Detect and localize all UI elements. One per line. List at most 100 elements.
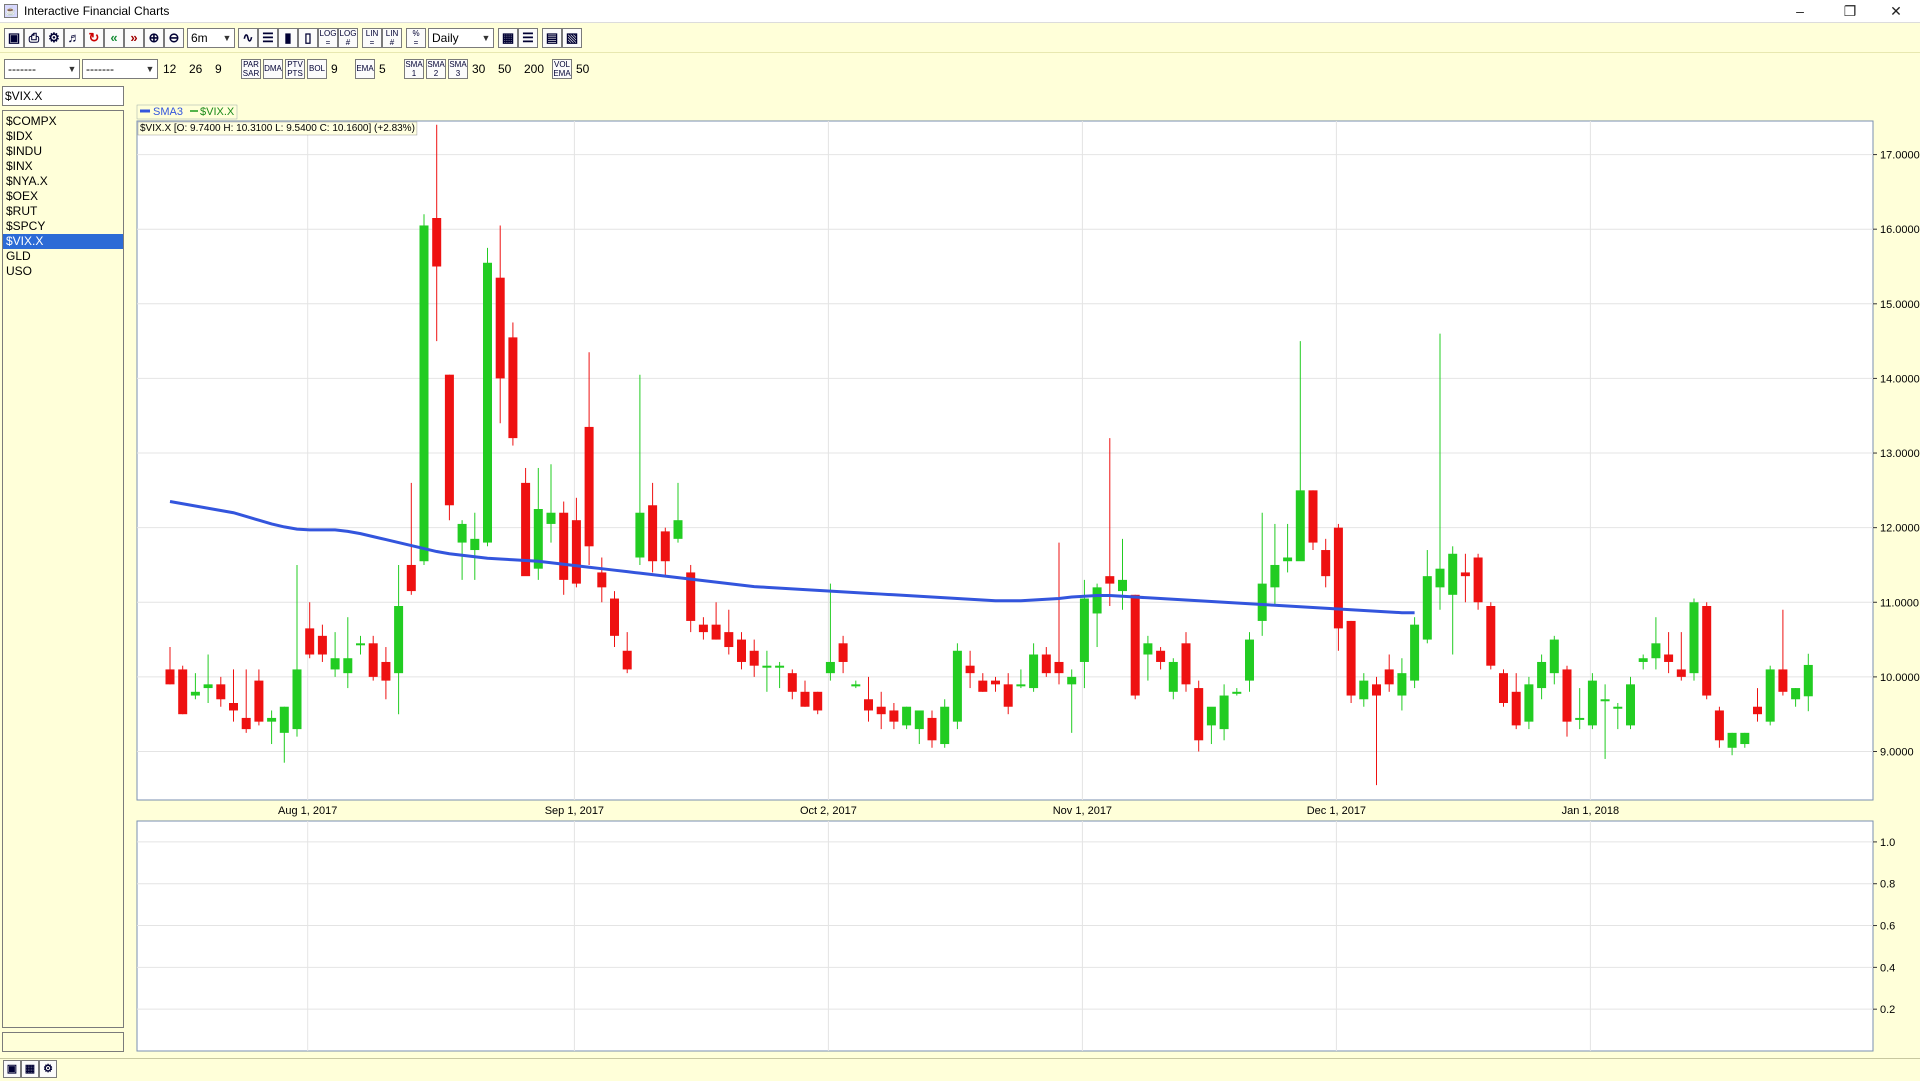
candle-body [1626,684,1635,726]
candle-body [584,426,594,547]
candle-body [1473,557,1483,603]
candle-body [495,277,505,379]
candle-body [851,684,861,687]
candle-body [876,706,886,715]
y-tick-label: 10.0000 [1880,672,1920,684]
legend-sma-label: SMA3 [153,106,183,118]
candle-body [1003,684,1013,707]
candle-body [1397,673,1407,696]
candle-body [1524,684,1534,722]
candle-body [457,523,467,543]
candle-body [254,680,264,722]
candle-body [1791,688,1801,700]
candle-body [978,680,988,692]
candle-body [1664,654,1674,662]
candle-body [1689,602,1699,674]
candle-body [546,512,556,524]
candle-body [279,706,289,733]
x-tick-label: Oct 2, 2017 [800,805,857,817]
y-tick-label: 0.4 [1880,962,1895,974]
y-tick-label: 14.0000 [1880,373,1920,385]
x-tick-label: Jan 1, 2018 [1562,805,1620,817]
candle-body [1575,717,1585,720]
candle-body [1346,620,1356,696]
y-tick-label: 1.0 [1880,837,1895,849]
candle-body [1448,553,1458,595]
y-tick-label: 15.0000 [1880,299,1920,311]
candle-body [648,505,658,562]
save-icon[interactable]: ▦ [21,1060,39,1078]
y-tick-label: 0.8 [1880,879,1895,891]
candle-body [1130,594,1140,696]
candle-body [838,643,848,662]
candle-body [203,684,213,689]
y-tick-label: 12.0000 [1880,523,1920,535]
candle-body [1486,606,1496,666]
help-icon[interactable]: ⚙ [39,1060,57,1078]
candle-body [889,710,899,722]
candle-body [1181,643,1191,685]
candle-body [1384,669,1394,685]
indicator-panel [136,820,1874,1052]
candle-body [800,691,810,707]
open-icon[interactable]: ▣ [3,1060,21,1078]
candle-body [292,669,302,730]
candle-body [737,639,746,662]
candle-body [470,538,480,551]
candle-body [965,665,975,674]
candle-body [698,624,708,633]
candle-body [1016,684,1026,687]
candle-body [1092,587,1102,614]
candle-body [1511,691,1521,726]
candle-body [356,643,365,646]
y-tick-label: 17.0000 [1880,150,1920,162]
candle-body [1499,673,1508,703]
y-tick-label: 0.6 [1880,921,1895,933]
candle-body [1283,557,1293,562]
candle-body [267,717,277,722]
candle-body [622,650,632,670]
candle-body [1168,661,1178,692]
candle-body [1651,643,1661,659]
candle-body [1079,598,1089,662]
candle-body [1753,706,1762,715]
candle-body [1778,669,1788,692]
candle-body [381,661,391,681]
candle-body [711,624,721,640]
candle-body [952,650,962,722]
candle-body [1257,583,1267,621]
candle-body [1613,706,1623,709]
candle-body [775,665,785,668]
candle-body [1702,606,1712,696]
candle-body [305,628,315,655]
price-chart[interactable]: 9.0000 10.0000 11.0000 12.0000 13.0000 14.000… [0,0,1920,1080]
candle-body [432,218,442,267]
y-tick-label: 11.0000 [1880,597,1919,609]
y-tick-label: 9.0000 [1880,747,1914,759]
candle-body [343,658,353,674]
candle-body [190,691,200,696]
candle-body [825,661,835,674]
candle-body [1435,568,1445,588]
candle-body [635,512,645,558]
candle-body [864,699,873,711]
candle-body [1308,490,1318,543]
candle-body [914,710,924,730]
candle-body [330,658,340,670]
candle-body [1638,658,1648,662]
candle-body [610,598,619,636]
candle-body [1054,661,1064,674]
candle-body [991,680,1000,685]
candle-body [229,703,238,711]
candle-body [1156,650,1166,662]
candle-body [1765,669,1775,722]
candle-body [673,520,683,539]
candle-body [241,717,251,730]
candle-body [927,717,937,741]
candle-body [444,374,454,506]
candle-body [1587,680,1597,726]
x-tick-label: Aug 1, 2017 [278,805,337,817]
candle-body [317,635,327,655]
candle-body [749,650,759,666]
candle-body [1740,732,1750,745]
